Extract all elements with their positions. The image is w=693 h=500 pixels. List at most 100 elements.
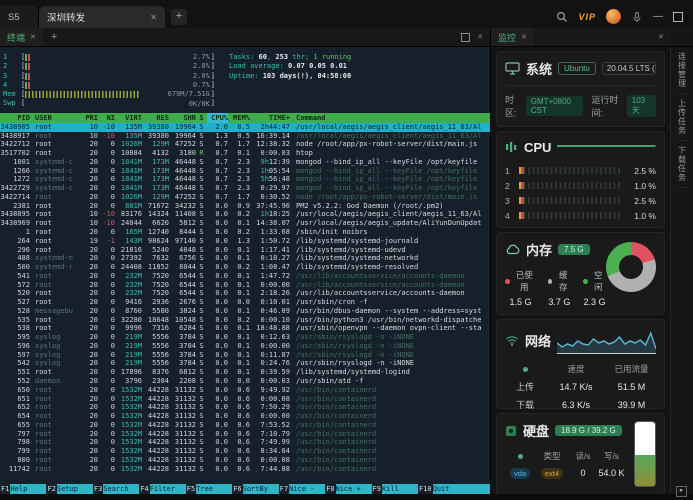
process-row[interactable]: 3438969 root 10 -10 24044 6620 5812 S 0.0 0.1 14:3…: [0, 219, 490, 228]
process-row[interactable]: 520 root 20 0 232M 7520 6544 S 0.0 0.1 2:18.26/usr…: [0, 289, 490, 298]
column-header-ni[interactable]: NI: [98, 113, 115, 123]
fkey-label[interactable]: Tree: [196, 484, 233, 494]
process-row[interactable]: 264 root 19 -1 143M 98624 97140 S 0.0 1.3 1:50.72/…: [0, 237, 490, 246]
process-row[interactable]: 3422729 systemd-c 20 0 1841M 173M 46448 S 0.7 2.3…: [0, 184, 490, 193]
close-monitor-icon[interactable]: ✕: [658, 33, 664, 41]
fkey-label[interactable]: Search: [103, 484, 140, 494]
fkey-f7[interactable]: F7: [279, 484, 289, 494]
process-row[interactable]: 528 messagebu 20 0 8760 5580 3824 S 0.0 0.1 0:46.0…: [0, 307, 490, 316]
maximize-button[interactable]: [673, 11, 683, 22]
process-row[interactable]: 799 root 20 0 1532M 44228 31132 S 0.0 0.6 8:34.04/…: [0, 447, 490, 456]
expand-pane-icon[interactable]: [461, 32, 471, 42]
fkey-label[interactable]: Filter: [149, 484, 186, 494]
process-row[interactable]: 541 root 20 0 232M 7520 6544 S 0.0 0.1 1:47.72/usr…: [0, 272, 490, 281]
column-header-pri[interactable]: PRI: [81, 113, 98, 123]
fkey-label[interactable]: Setup: [56, 484, 93, 494]
process-row[interactable]: 542 syslog 20 0 219M 5556 3784 S 0.0 0.1 0:24.76/u…: [0, 359, 490, 368]
process-row[interactable]: 500 systemd-r 20 0 24408 11852 8044 S 0.0 0.2 1:08…: [0, 263, 490, 272]
new-terminal-button[interactable]: +: [51, 31, 57, 43]
tab-shenzhen-forward[interactable]: 深圳转发 ✕: [39, 6, 165, 28]
fkey-f10[interactable]: F10: [418, 484, 433, 494]
process-row[interactable]: 488 systemd-n 20 0 27392 7632 6756 S 0.0 0.1 0:18.…: [0, 254, 490, 263]
process-row[interactable]: 597 syslog 20 0 219M 5556 3784 S 0.0 0.1 0:11.87/u…: [0, 351, 490, 360]
fkey-f9[interactable]: F9: [372, 484, 382, 494]
process-table-header[interactable]: PID USER PRI NI VIRT RES SHR S CPU% MEM% TIME+ Comm…: [0, 112, 490, 123]
column-header-virt[interactable]: VIRT: [115, 113, 142, 123]
fkey-f2[interactable]: F2: [46, 484, 56, 494]
column-header-pid[interactable]: PID: [0, 113, 30, 123]
process-row[interactable]: 595 syslog 20 0 219M 5556 3784 S 0.0 0.1 0:12.63/u…: [0, 333, 490, 342]
fkey-label[interactable]: Help: [10, 484, 47, 494]
process-row[interactable]: 655 root 20 0 1532M 44228 31132 S 0.0 0.6 7:53.52/…: [0, 421, 490, 430]
tab-terminal[interactable]: 终端 ✕: [0, 28, 43, 46]
close-pane-icon[interactable]: ✕: [477, 33, 483, 41]
process-row[interactable]: 2381 root 20 0 881M 71672 34232 S 0.0 0.9 37:45.96…: [0, 202, 490, 211]
process-row[interactable]: 1272 systemd-c 20 0 1841M 173M 46448 S 0.7 2.3 5h5…: [0, 175, 490, 184]
fkey-label[interactable]: SortBy: [242, 484, 279, 494]
side-tab-2[interactable]: 下载任务: [676, 141, 688, 188]
expand-corner-button[interactable]: ▸: [676, 486, 687, 497]
tab-monitor[interactable]: 监控 ✕: [491, 28, 534, 46]
column-header-command[interactable]: Command: [290, 113, 490, 123]
process-row[interactable]: 1001 systemd-c 20 0 1841M 173M 46448 S 0.7 2.3 9h1…: [0, 158, 490, 167]
fkey-label[interactable]: Quit: [432, 484, 469, 494]
fkey-label[interactable]: Kill: [381, 484, 418, 494]
process-row[interactable]: 551 root 20 0 17896 8376 6812 S 0.0 0.1 0:39.59/li…: [0, 368, 490, 377]
side-tab-0[interactable]: 连接管理: [676, 47, 688, 94]
process-row[interactable]: 1266 systemd-c 20 0 1841M 173M 46448 S 0.7 2.3 1h0…: [0, 167, 490, 176]
column-header-s[interactable]: S: [196, 113, 207, 123]
process-row[interactable]: 3438895 root 10 -10 83176 14324 11408 S 0.0 0.2 1h…: [0, 210, 490, 219]
process-row[interactable]: 3422714 root 20 0 1026M 129M 47252 S 0.7 1.7 0:30.…: [0, 193, 490, 202]
close-icon[interactable]: ✕: [30, 33, 36, 41]
process-row[interactable]: 1 root 20 0 165M 12740 8444 S 0.0 0.2 1:33.68/sbin…: [0, 228, 490, 237]
search-icon[interactable]: [556, 11, 568, 23]
process-row[interactable]: 798 root 20 0 1532M 44228 31132 S 0.0 0.6 7:49.99/…: [0, 438, 490, 447]
process-row[interactable]: 552 daemon 20 0 3796 2384 2208 S 0.0 0.0 0:00.03/u…: [0, 377, 490, 386]
column-header-time[interactable]: TIME+: [250, 113, 290, 123]
fkey-label[interactable]: Nice -: [289, 484, 326, 494]
process-row[interactable]: 3517702 root 20 0 10884 4132 3180 R 0.7 0.1 0:00.0…: [0, 149, 490, 158]
fkey-label[interactable]: Nice +: [335, 484, 372, 494]
process-row[interactable]: 296 root 20 0 21816 5240 4048 S 0.0 0.1 1:17.41/li…: [0, 246, 490, 255]
process-row[interactable]: 654 root 20 0 1532M 44228 31132 S 0.0 0.6 0:00.00/…: [0, 412, 490, 421]
process-row[interactable]: 527 root 20 0 9416 2936 2676 S 0.0 0.0 0:10.01/usr…: [0, 298, 490, 307]
terminal[interactable]: 1[2.7%] 2[2.0%] 3[2.0%] 4[0.7%] Mem[679M/7.5…: [0, 47, 490, 494]
fkey-f5[interactable]: F5: [186, 484, 196, 494]
wifi-icon: [506, 336, 518, 346]
column-header-res[interactable]: RES: [142, 113, 169, 123]
process-row[interactable]: 651 root 20 0 1532M 44228 31132 S 0.0 0.6 0:00.08/…: [0, 395, 490, 404]
process-row[interactable]: 800 root 20 0 1532M 44228 31132 S 0.0 0.6 0:00.08/…: [0, 456, 490, 465]
column-header-mem[interactable]: MEM%: [228, 113, 250, 123]
process-row[interactable]: 11742 root 20 0 1532M 44228 31132 S 0.0 0.6 7:44.8…: [0, 465, 490, 474]
fkey-f8[interactable]: F8: [325, 484, 335, 494]
legend-dot: [505, 278, 510, 284]
column-header-user[interactable]: USER: [30, 113, 81, 123]
column-header-shr[interactable]: SHR: [169, 113, 196, 123]
process-row[interactable]: 3438917 root 10 -10 135M 39380 19964 S 1.3 0.5 16:…: [0, 132, 490, 141]
tab-close-icon[interactable]: ✕: [150, 13, 157, 22]
process-row[interactable]: 797 root 20 0 1532M 44228 31132 S 0.0 0.6 7:10.79/…: [0, 430, 490, 439]
process-row[interactable]: 3422712 root 20 0 1026M 129M 47252 S 0.7 1.7 12:38…: [0, 140, 490, 149]
process-row[interactable]: 572 root 20 0 232M 7520 6544 S 0.0 0.1 0:00.00/usr…: [0, 281, 490, 290]
fkey-f3[interactable]: F3: [93, 484, 103, 494]
close-icon[interactable]: ✕: [521, 33, 527, 41]
process-row[interactable]: 650 root 20 0 1532M 44228 31132 S 0.0 0.6 9:49.92/…: [0, 386, 490, 395]
microphone-icon[interactable]: [631, 11, 643, 23]
process-row[interactable]: 535 root 20 0 32280 18648 10548 S 0.0 0.2 0:00.10/…: [0, 316, 490, 325]
minimize-button[interactable]: —: [653, 11, 663, 22]
new-tab-button[interactable]: +: [171, 9, 187, 25]
avatar[interactable]: [606, 9, 621, 24]
process-row[interactable]: 596 syslog 20 0 219M 5556 3784 S 0.0 0.1 0:00.00/u…: [0, 342, 490, 351]
cpu-core-row: 1 2.5 %: [505, 165, 656, 176]
fkey-f1[interactable]: F1: [0, 484, 10, 494]
process-row[interactable]: 652 root 20 0 1532M 44228 31132 S 0.0 0.6 7:50.29/…: [0, 403, 490, 412]
vip-badge[interactable]: VIP: [578, 12, 596, 22]
tab-s5[interactable]: S5: [0, 6, 39, 28]
fkey-f4[interactable]: F4: [139, 484, 149, 494]
process-row[interactable]: 538 root 20 0 9996 7316 6284 S 0.0 0.1 18:48.88/us…: [0, 324, 490, 333]
fkey-f6[interactable]: F6: [232, 484, 242, 494]
cpu-core-row: 3 2.5 %: [505, 195, 656, 206]
column-header-cpu[interactable]: CPU%: [207, 112, 228, 123]
process-row[interactable]: 3438905 root 10 -10 135M 39380 19964 S 2.0 0.5 2h4…: [0, 122, 490, 132]
side-tab-1[interactable]: 上传任务: [676, 94, 688, 141]
